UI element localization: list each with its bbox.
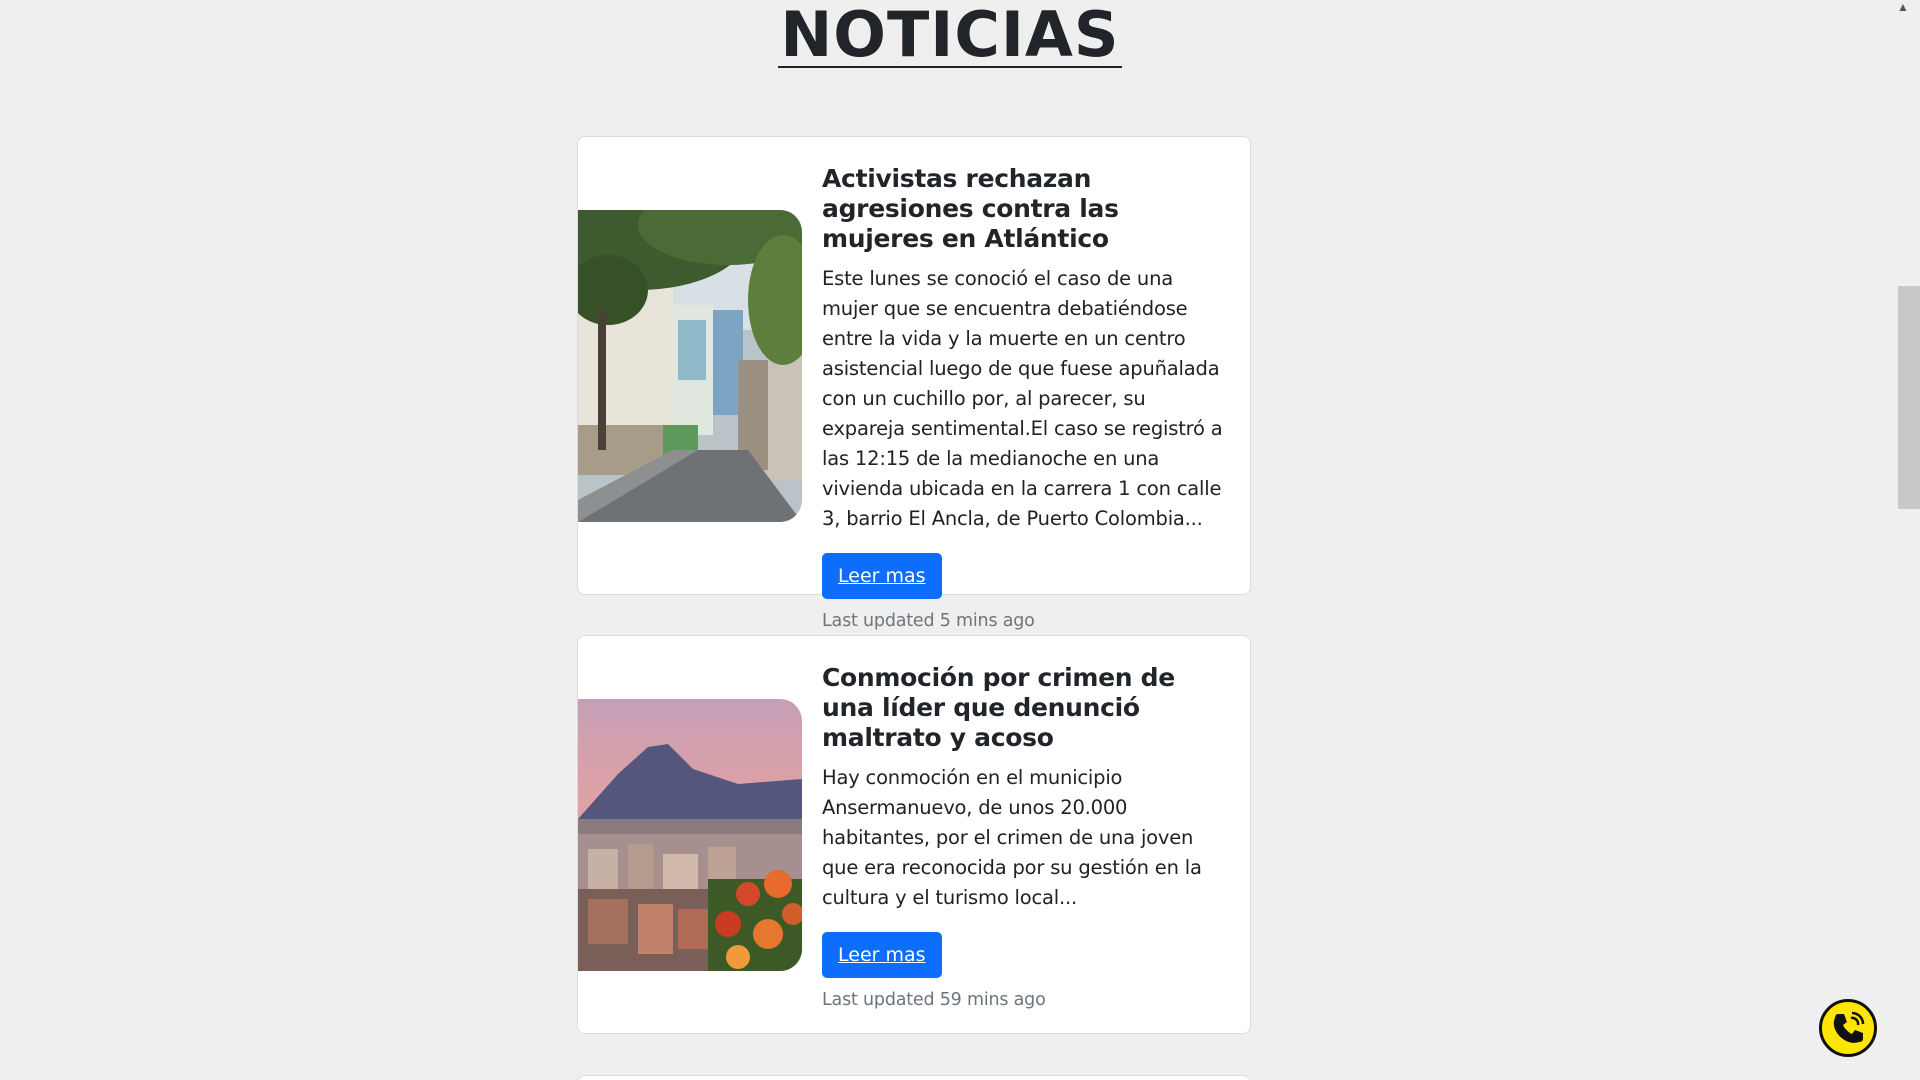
- news-card-partial: [577, 1075, 1251, 1080]
- page-viewport: NOTICIAS Activistas rechazan agresiones …: [0, 0, 1920, 1080]
- news-description: Este lunes se conoció el caso de una muj…: [822, 267, 1223, 530]
- page-title: NOTICIAS: [0, 0, 1900, 71]
- news-title: Activistas rechazan agresiones contra la…: [822, 164, 1119, 253]
- page-title-text: NOTICIAS: [778, 0, 1122, 71]
- phone-call-icon: [1833, 1011, 1865, 1043]
- news-card: Conmoción por crimen de una líder que de…: [577, 635, 1251, 1034]
- news-card: Activistas rechazan agresiones contra la…: [577, 136, 1251, 631]
- phone-call-button[interactable]: [1819, 999, 1877, 1057]
- scroll-up-arrow-icon[interactable]: ▲: [1896, 0, 1910, 14]
- news-description: Hay conmoción en el municipio Ansermanue…: [822, 766, 1202, 909]
- city-mountain-photo: [578, 699, 802, 971]
- news-image-city: [578, 699, 802, 971]
- last-updated-text: Last updated 59 mins ago: [822, 990, 1046, 1010]
- news-title: Conmoción por crimen de una líder que de…: [822, 663, 1175, 752]
- read-more-button[interactable]: Leer mas: [822, 553, 942, 599]
- news-body: Activistas rechazan agresiones contra la…: [822, 164, 1234, 631]
- street-photo: [578, 210, 802, 522]
- last-updated-text: Last updated 5 mins ago: [822, 611, 1035, 631]
- scrollbar-thumb[interactable]: [1898, 286, 1920, 509]
- news-body: Conmoción por crimen de una líder que de…: [822, 663, 1234, 1010]
- news-image-street: [578, 210, 802, 522]
- read-more-button[interactable]: Leer mas: [822, 932, 942, 978]
